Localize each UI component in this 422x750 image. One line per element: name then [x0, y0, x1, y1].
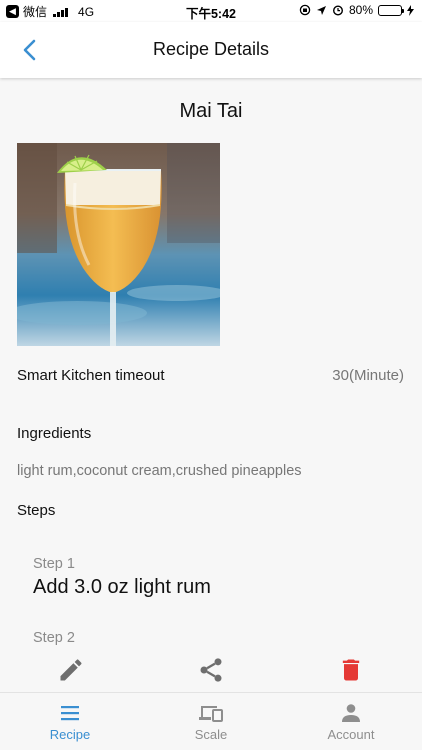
person-icon — [342, 704, 360, 722]
status-right: 80% — [299, 3, 414, 17]
step-item: Step 1 Add 3.0 oz light rum — [33, 556, 211, 599]
status-bar: ◀ 微信 4G 下午5:42 80% — [0, 0, 422, 22]
trash-icon[interactable] — [337, 656, 365, 684]
step-item: Step 2 — [33, 630, 75, 650]
tab-recipe[interactable]: Recipe — [0, 693, 140, 750]
action-bar — [0, 650, 422, 692]
charging-icon — [407, 4, 414, 16]
battery-percent: 80% — [348, 3, 373, 17]
alarm-icon — [332, 5, 343, 16]
ingredients-list: light rum,coconut cream,crushed pineappl… — [17, 463, 302, 479]
tab-scale[interactable]: Scale — [141, 693, 281, 750]
step-instruction: Add 3.0 oz light rum — [33, 576, 211, 598]
step-number: Step 2 — [33, 630, 75, 646]
timeout-label: Smart Kitchen timeout — [17, 367, 165, 384]
page-title: Recipe Details — [152, 39, 270, 59]
tab-label: Account — [327, 727, 375, 742]
timeout-value: 30(Minute) — [332, 367, 404, 384]
recipe-content[interactable]: Mai Tai Smart Kitchen timeout 30(Minute)… — [0, 80, 422, 650]
timeout-row: Smart Kitchen timeout 30(Minute) — [17, 367, 404, 389]
devices-icon — [199, 706, 223, 722]
orientation-lock-icon — [299, 4, 311, 16]
cocktail-photo — [17, 143, 220, 346]
location-icon — [316, 5, 326, 15]
tab-label: Scale — [194, 727, 228, 742]
step-number: Step 1 — [33, 556, 75, 572]
pencil-icon[interactable] — [57, 656, 85, 684]
share-icon[interactable] — [197, 656, 225, 684]
battery-icon — [378, 4, 404, 16]
recipe-name: Mai Tai — [179, 100, 243, 122]
tab-label: Recipe — [49, 727, 91, 742]
ingredients-heading: Ingredients — [17, 425, 92, 442]
navigation-bar: Recipe Details — [0, 22, 422, 78]
steps-heading: Steps — [17, 502, 56, 519]
menu-icon — [61, 706, 79, 721]
tab-bar: Recipe Scale Account — [0, 692, 422, 750]
tab-account[interactable]: Account — [281, 693, 421, 750]
